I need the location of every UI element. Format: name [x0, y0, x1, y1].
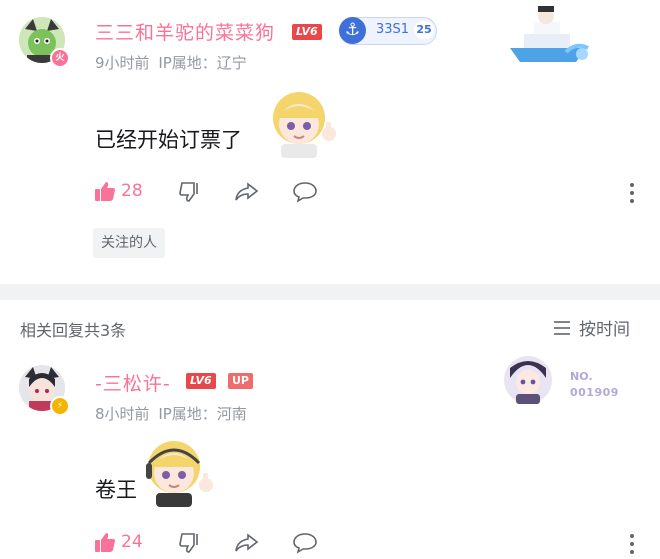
- more-options-icon[interactable]: [628, 533, 636, 555]
- thumbs-up-icon: [95, 182, 115, 201]
- thumbs-down-icon[interactable]: [178, 531, 202, 555]
- card-no-value: 001909: [570, 386, 619, 399]
- reply-like-button[interactable]: 24: [93, 529, 143, 555]
- comment-ip: IP属地：辽宁: [158, 54, 247, 72]
- lightning-icon: ⚡: [50, 396, 70, 416]
- reply-username[interactable]: -三松许-: [95, 369, 171, 396]
- replies-count: 相关回复共3条: [20, 321, 127, 340]
- reply-comment-icon[interactable]: [292, 180, 318, 204]
- like-count: 28: [121, 181, 143, 201]
- commenter-avatar[interactable]: 火: [16, 14, 70, 68]
- card-no-label: NO.: [570, 370, 593, 383]
- section-divider: [0, 284, 660, 300]
- decoration-card-number: NO. 001909: [502, 352, 632, 408]
- decoration-card-ship: [510, 6, 589, 62]
- fire-icon: 火: [50, 48, 70, 68]
- fan-medal-badge[interactable]: ⚓ 33S1 25: [339, 17, 437, 45]
- reply-comment-icon[interactable]: [292, 531, 318, 555]
- up-badge: UP: [228, 373, 253, 389]
- reply-avatar[interactable]: ⚡: [16, 362, 70, 416]
- fan-medal-label: 33S1: [376, 22, 410, 37]
- like-button[interactable]: 28: [93, 178, 143, 204]
- followed-tag: 关注的人: [93, 228, 165, 258]
- comment-text: 已经开始订票了: [95, 128, 242, 152]
- vertical-dots-icon: [630, 183, 634, 203]
- sort-button[interactable]: 按时间: [553, 315, 630, 340]
- reply-text: 卷王: [95, 478, 137, 502]
- level-badge: LV6: [292, 24, 322, 40]
- commenter-username[interactable]: 三三和羊驼的菜菜狗: [95, 18, 275, 45]
- card-character-image: [504, 356, 552, 404]
- more-options-icon[interactable]: [628, 182, 636, 204]
- reply-meta: 8小时前 IP属地：河南: [95, 403, 247, 424]
- sticker-emoji: [146, 441, 213, 507]
- share-icon[interactable]: [234, 531, 260, 555]
- thumbs-down-icon[interactable]: [178, 180, 202, 204]
- reply-time: 8小时前: [95, 405, 150, 423]
- thumbs-up-icon: [95, 533, 115, 552]
- reply-like-count: 24: [121, 532, 143, 552]
- sticker-emoji: [273, 92, 336, 158]
- vertical-dots-icon: [630, 534, 634, 554]
- reply-level-badge: LV6: [186, 373, 216, 389]
- fan-medal-level: 25: [414, 21, 434, 39]
- comment-meta: 9小时前 IP属地：辽宁: [95, 52, 247, 73]
- reply-ip: IP属地：河南: [158, 405, 247, 423]
- comment-time: 9小时前: [95, 54, 150, 72]
- sort-label: 按时间: [579, 320, 630, 340]
- sort-lines-icon: [554, 320, 570, 335]
- share-icon[interactable]: [234, 180, 260, 204]
- anchor-icon: ⚓: [339, 17, 366, 44]
